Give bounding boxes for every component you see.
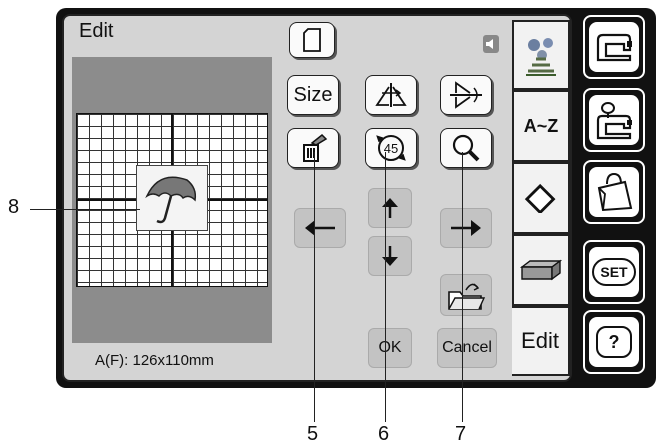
open-folder-button[interactable] (440, 274, 492, 316)
flower-design-icon (526, 38, 556, 76)
zoom-button[interactable] (440, 128, 492, 168)
delete-button[interactable] (287, 128, 339, 168)
cancel-button[interactable]: Cancel (437, 328, 497, 368)
callout-line-5 (314, 152, 315, 422)
tab-eraser[interactable] (512, 162, 570, 234)
arrow-up-button[interactable] (368, 188, 412, 228)
pattern-size-readout: A(F): 126x110mm (95, 352, 214, 369)
bag-icon (597, 172, 633, 212)
callout-5: 5 (307, 423, 319, 445)
mirror-icon (375, 83, 407, 107)
side-button-embroidery-mode[interactable] (583, 88, 645, 152)
arrow-down-button[interactable] (368, 236, 412, 276)
side-button-bag[interactable] (583, 160, 645, 224)
rotate-45-icon: 45 (376, 135, 406, 161)
callout-line-7 (462, 152, 463, 422)
arrow-down-icon (382, 246, 398, 266)
side-button-sewing-mode[interactable] (583, 15, 645, 79)
rotate-button[interactable]: 45 (365, 128, 417, 168)
umbrella-icon (145, 176, 197, 224)
callout-line-6 (385, 152, 386, 422)
embroidery-machine-icon (596, 102, 632, 140)
set-badge: SET (592, 258, 636, 286)
new-pattern-icon (303, 28, 321, 52)
pattern-selection[interactable] (136, 165, 208, 231)
page-title: Edit (79, 20, 114, 42)
callout-7: 7 (455, 423, 467, 445)
mirror-button[interactable] (365, 75, 417, 115)
flip-icon (450, 81, 482, 109)
eraser-icon (524, 183, 556, 213)
folder-icon (448, 283, 486, 310)
delete-icon (303, 133, 328, 162)
new-pattern-button[interactable] (289, 22, 335, 58)
arrow-left-icon (305, 220, 335, 236)
arrow-left-button[interactable] (294, 208, 346, 248)
callout-line-8 (30, 209, 140, 210)
ok-button[interactable]: OK (368, 328, 412, 368)
tab-embroidery-design[interactable] (512, 20, 570, 90)
help-badge: ? (596, 326, 632, 358)
speaker-icon[interactable] (483, 35, 499, 53)
sewing-machine-icon (596, 33, 632, 62)
arrow-right-button[interactable] (440, 208, 492, 248)
side-button-set[interactable]: SET (583, 240, 645, 304)
tab-frame[interactable] (512, 234, 570, 306)
flip-button[interactable] (440, 75, 492, 115)
zoom-icon (452, 134, 480, 162)
arrow-right-icon (451, 220, 481, 236)
size-button[interactable]: Size (287, 75, 339, 115)
side-button-help[interactable]: ? (583, 310, 645, 374)
tab-edit[interactable]: Edit (512, 306, 570, 376)
arrow-up-icon (382, 198, 398, 218)
callout-6: 6 (378, 423, 390, 445)
callout-8: 8 (8, 196, 20, 218)
tab-letters[interactable]: A~Z (512, 90, 570, 162)
frame-icon (520, 259, 562, 281)
